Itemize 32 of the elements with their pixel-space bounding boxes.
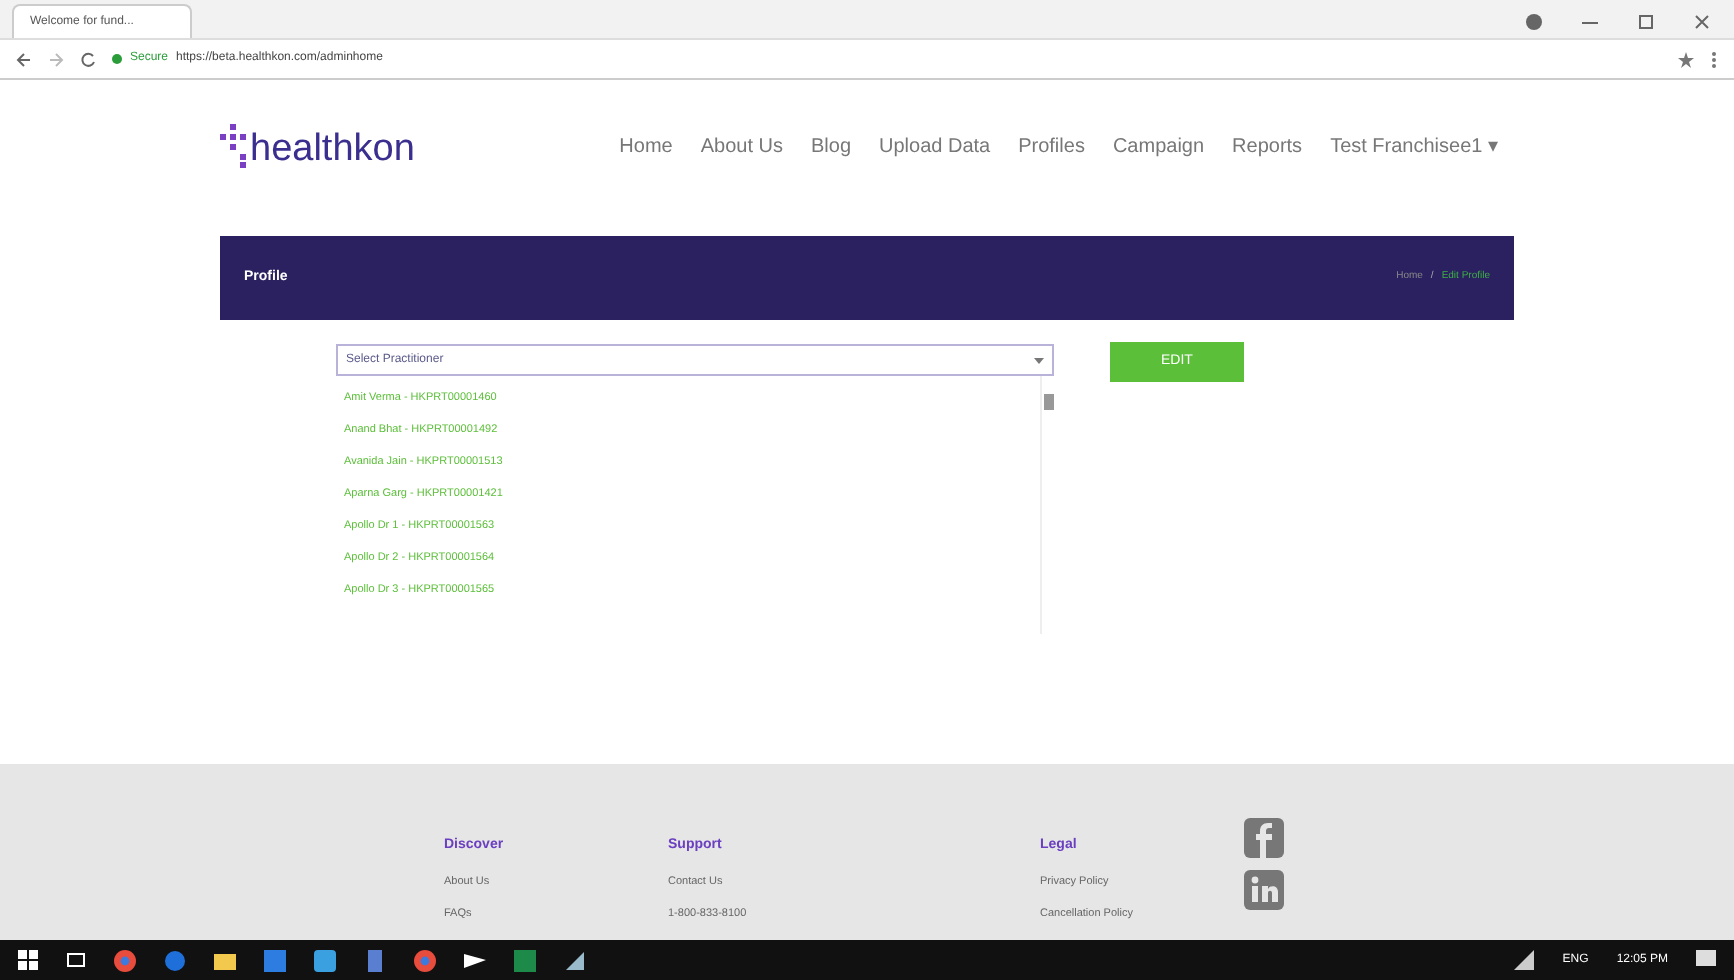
maximize-icon[interactable] (1638, 14, 1654, 30)
close-icon[interactable] (1694, 14, 1710, 30)
reload-icon[interactable] (80, 51, 96, 67)
caret-icon (1034, 357, 1044, 363)
nav-link[interactable]: Profiles (1018, 131, 1085, 161)
nav-link[interactable]: Home (619, 131, 673, 161)
store-icon[interactable] (264, 949, 286, 971)
back-icon[interactable] (16, 51, 32, 67)
nav-link[interactable]: About Us (700, 131, 783, 161)
task-view-icon[interactable] (66, 950, 86, 970)
nav-link[interactable]: Test Franchisee1 ▾ (1330, 131, 1498, 161)
profile-icon[interactable] (1526, 14, 1542, 30)
browser-icon[interactable] (414, 949, 436, 971)
nav-link[interactable]: Campaign (1112, 131, 1205, 161)
app-icon[interactable] (564, 949, 586, 971)
windows-icon[interactable] (18, 950, 38, 970)
nav-link[interactable]: Reports (1232, 131, 1303, 161)
nav-link[interactable]: Blog (810, 131, 851, 161)
nav-link[interactable]: Upload Data (879, 131, 991, 161)
app-icon[interactable] (364, 949, 386, 971)
network-icon[interactable] (1514, 950, 1535, 970)
app-icon[interactable] (164, 949, 186, 971)
logo[interactable]: healthkon (220, 124, 415, 168)
folder-icon[interactable] (214, 949, 236, 971)
facebook-icon[interactable] (1244, 818, 1284, 858)
linkedin-icon[interactable] (1244, 870, 1284, 910)
cross-dots-icon (220, 124, 248, 168)
menu-icon[interactable] (1710, 51, 1718, 67)
browser-icon[interactable] (114, 949, 136, 971)
scrollbar[interactable] (1040, 376, 1054, 634)
star-icon[interactable] (1678, 51, 1694, 67)
app-icon[interactable] (314, 949, 336, 971)
